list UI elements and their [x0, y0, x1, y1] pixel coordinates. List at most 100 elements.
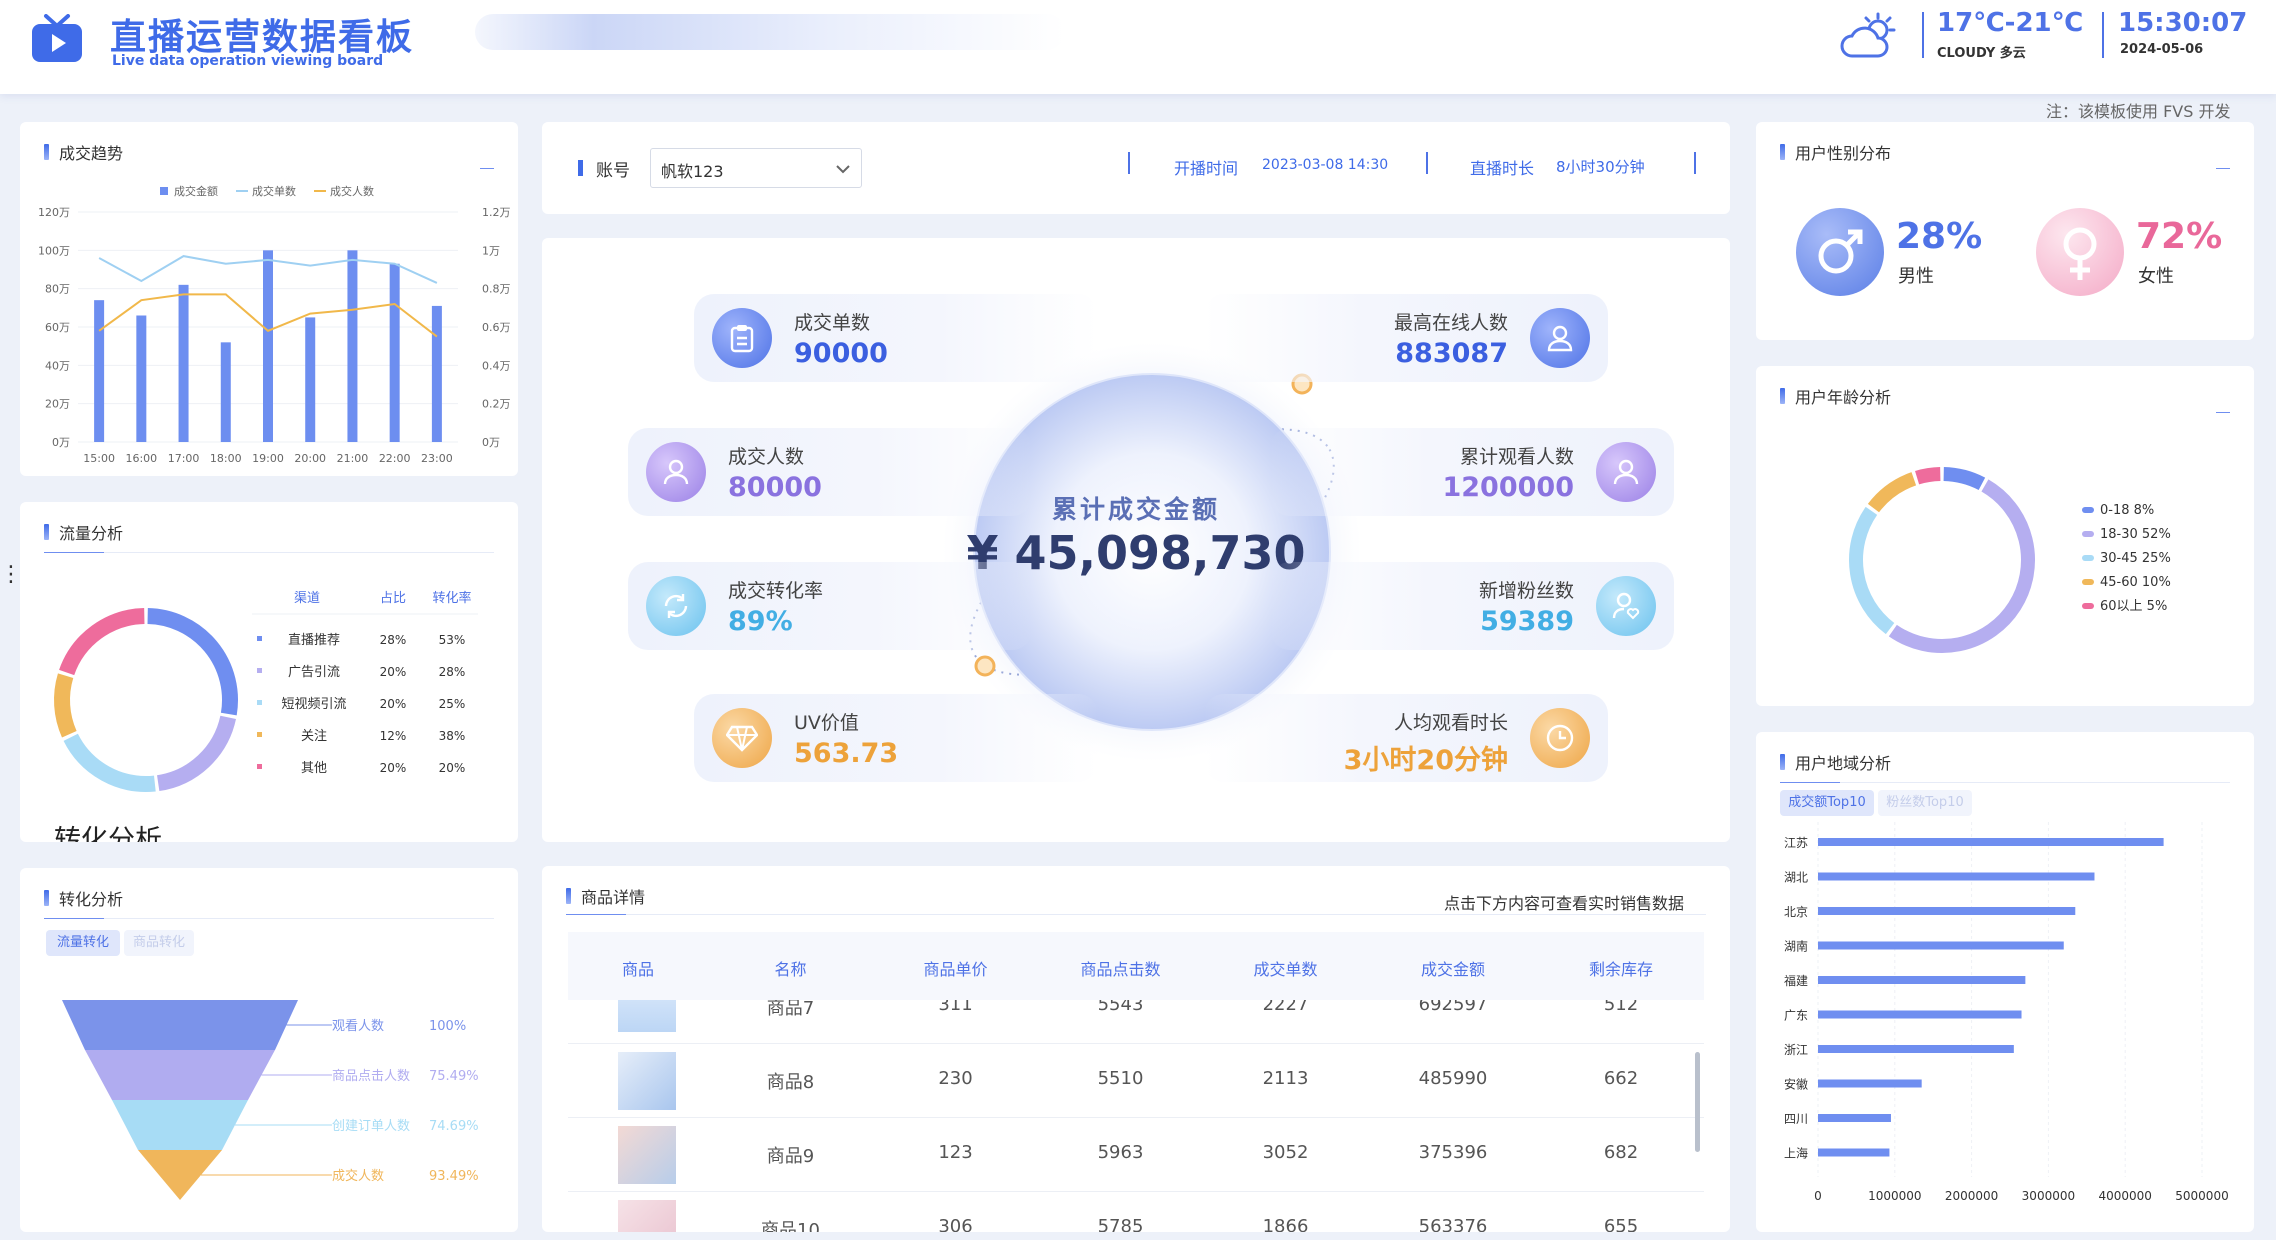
x-tick-label: 17:00 — [168, 452, 200, 465]
product-name: 商品7 — [766, 1000, 815, 1019]
region-bar — [1818, 1114, 1891, 1122]
legend-label: 成交金额 — [174, 184, 218, 198]
table-row[interactable]: 商品10 306 5785 1866 563376 655 — [568, 1192, 1704, 1232]
clock-time: 15:30:07 — [2118, 8, 2248, 38]
region-bar — [1818, 1010, 2022, 1019]
kpi-label: UV价值 — [794, 712, 859, 734]
header: 直播运营数据看板 Live data operation viewing boa… — [0, 0, 2276, 94]
y-right-tick-label: 0.4万 — [482, 359, 511, 372]
table-row[interactable]: 商品7 311 5543 2227 692597 512 — [568, 1000, 1704, 1044]
kpi-peak-online: 最高在线人数 883087 — [1204, 294, 1608, 382]
clipboard-icon — [712, 308, 772, 368]
age-legend-swatch — [2082, 555, 2094, 561]
table-header: 转化率 — [432, 590, 471, 606]
divider — [1128, 152, 1130, 174]
age-legend-label: 18-30 52% — [2100, 527, 2171, 542]
product-thumbnail — [618, 1000, 676, 1032]
table-body[interactable]: 商品7 311 5543 2227 692597 512 商品8 230 551… — [568, 1000, 1704, 1232]
product-amount: 692597 — [1418, 1000, 1488, 1015]
col-header: 商品点击数 — [1080, 960, 1161, 979]
age-legend-label: 60以上 5% — [2100, 599, 2167, 614]
x-tick-label: 2000000 — [1945, 1189, 1998, 1203]
gender-title: 用户性别分布 — [1780, 140, 1891, 164]
funnel-stage-label: 观看人数 — [332, 1018, 384, 1034]
row-color-marker — [257, 700, 262, 705]
x-tick-label: 21:00 — [337, 452, 369, 465]
age-legend-swatch — [2082, 531, 2094, 537]
kpi-value: 1200000 — [1442, 472, 1574, 503]
region-label: 湖南 — [1784, 939, 1808, 954]
kpi-value: 883087 — [1395, 338, 1508, 369]
products-title: 商品详情 — [566, 884, 645, 908]
col-header: 名称 — [774, 960, 807, 979]
trend-bar — [136, 315, 147, 442]
table-row[interactable]: 商品8 230 5510 2113 485990 662 — [568, 1044, 1704, 1118]
weather-text: CLOUDY 多云 — [1937, 46, 2026, 61]
y-left-tick-label: 40万 — [45, 359, 70, 372]
product-price: 311 — [938, 1000, 973, 1015]
age-legend-swatch — [2082, 603, 2094, 609]
x-tick-label: 3000000 — [2022, 1189, 2075, 1203]
kpi-value: 80000 — [728, 472, 822, 503]
template-note: 注：该模板使用 FVS 开发 — [2046, 102, 2231, 121]
male-label: 男性 — [1898, 266, 1934, 287]
region-bar-chart: 0 1000000 2000000 3000000 4000000 5000000 江苏湖北… — [1784, 822, 2229, 1203]
channel-rate: 25% — [439, 697, 466, 711]
funnel-stage-value: 75.49% — [429, 1069, 479, 1084]
trend-bar — [305, 317, 316, 442]
funnel-stage — [62, 1000, 298, 1050]
trend-bar — [347, 250, 358, 442]
drag-handle[interactable]: ⋮ — [0, 564, 22, 586]
account-select[interactable]: 帆软123 — [650, 148, 862, 188]
age-legend-label: 45-60 10% — [2100, 575, 2171, 590]
conversion-panel: 转化分析 流量转化 商品转化 观看人数 100% 商品点击人数 75.49% 创建订单人… — [20, 868, 518, 1232]
col-header: 剩余库存 — [1588, 960, 1653, 979]
user-heart-icon — [1596, 576, 1656, 636]
trend-bar — [178, 284, 189, 442]
region-bar — [1818, 976, 2026, 984]
start-time-label: 开播时间 — [1174, 159, 1239, 178]
region-bar — [1818, 1079, 1922, 1088]
start-time-value: 2023-03-08 14:30 — [1262, 157, 1389, 173]
trend-panel: 成交趋势 成交金额 成交单数 成交人数 120万 1.2万 100万 1万 80万 0.8万 60… — [20, 122, 518, 476]
kpi-value: 3小时20分钟 — [1343, 745, 1508, 776]
channel-name: 广告引流 — [288, 665, 340, 680]
account-label: 账号 — [596, 161, 630, 181]
female-percent: 72% — [2136, 216, 2223, 257]
product-price: 123 — [938, 1142, 973, 1163]
table-scrollbar[interactable] — [1695, 1052, 1700, 1152]
product-thumbnail — [618, 1052, 676, 1110]
region-bar — [1818, 907, 2076, 915]
region-label: 广东 — [1784, 1009, 1808, 1023]
age-donut-slice — [1867, 472, 1917, 513]
clock-icon — [1530, 708, 1590, 768]
donut-slice — [54, 673, 77, 738]
male-percent: 28% — [1896, 216, 1983, 257]
table-row[interactable]: 商品9 123 5963 3052 375396 682 — [568, 1118, 1704, 1192]
donut-slice — [63, 733, 156, 792]
region-label: 福建 — [1784, 973, 1808, 988]
col-header: 成交金额 — [1420, 960, 1485, 979]
products-panel: 商品详情 点击下方内容可查看实时销售数据 商品 名称 商品单价 商品点击数 成交… — [542, 866, 1730, 1232]
temperature: 17℃-21℃ — [1937, 8, 2084, 38]
y-right-tick-label: 0.6万 — [482, 321, 511, 334]
female-icon — [2036, 208, 2124, 296]
product-stock: 655 — [1603, 1216, 1639, 1232]
conversion-cycle-icon — [646, 576, 706, 636]
channel-name: 直播推荐 — [288, 633, 340, 648]
title-marker — [566, 888, 571, 904]
account-bar: 账号 帆软123 开播时间 2023-03-08 14:30 直播时长 8小时3… — [542, 122, 1730, 214]
region-bar — [1818, 941, 2064, 950]
y-left-tick-label: 0万 — [52, 436, 70, 449]
product-orders: 2113 — [1262, 1068, 1309, 1089]
diamond-icon — [712, 708, 772, 768]
x-tick-label: 23:00 — [421, 452, 453, 465]
duration-value: 8小时30分钟 — [1556, 158, 1645, 176]
kpi-panel: 累计成交金额 ¥ 45,098,730 成交单数 90000 成交人数 8000… — [542, 238, 1730, 842]
product-clicks: 5785 — [1097, 1216, 1144, 1232]
users-icon — [646, 442, 706, 502]
region-bar — [1818, 872, 2095, 881]
page-subtitle: Live data operation viewing board — [112, 53, 384, 69]
title-marker — [1780, 144, 1785, 160]
product-name: 商品8 — [766, 1072, 815, 1093]
